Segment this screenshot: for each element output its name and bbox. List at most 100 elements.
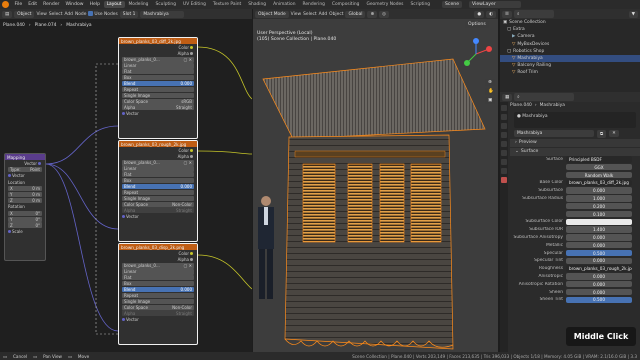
- property-value-field[interactable]: 0.000: [566, 242, 632, 249]
- outliner-row[interactable]: ▽ Balcony Railing: [500, 62, 640, 69]
- outliner-row[interactable]: ▢ Extra: [500, 26, 640, 33]
- mapping-type-dropdown[interactable]: Type: Point: [8, 166, 42, 173]
- gizmo-z-icon[interactable]: [473, 38, 479, 44]
- property-value-field[interactable]: 0.000: [566, 257, 632, 265]
- property-value-field[interactable]: [566, 218, 632, 226]
- image-file-selector[interactable]: brown_planks_0... ▢ ✕: [122, 160, 194, 166]
- property-value-field[interactable]: 0.000: [566, 281, 632, 288]
- projection-dropdown[interactable]: Flat: [122, 172, 194, 178]
- properties-search-input[interactable]: ⌕: [514, 93, 575, 101]
- property-value-field[interactable]: 0.100: [566, 210, 632, 218]
- node-editor[interactable]: ▤ Object View Select Add Node Use Nodes …: [0, 9, 252, 352]
- menu-file[interactable]: File: [12, 2, 25, 7]
- rotation-y-field[interactable]: Y 0°: [8, 216, 42, 222]
- image-texture-node-diff[interactable]: brown_planks_03_diff_2k.jpg Color Alpha …: [118, 37, 198, 139]
- box-option[interactable]: Box: [122, 177, 194, 184]
- tab-uv-editing[interactable]: UV Editing: [180, 1, 209, 8]
- shader-property-row[interactable]: Subsurface IOR 1.400: [510, 226, 640, 234]
- modifier-tab-icon[interactable]: [501, 159, 507, 165]
- property-value-field[interactable]: 1.400: [566, 226, 632, 233]
- outliner-row[interactable]: ▶ Camera: [500, 33, 640, 40]
- material-slot-list[interactable]: ● Mashrabiya: [514, 111, 636, 128]
- scene-selector[interactable]: Scene: [442, 1, 463, 8]
- tab-modeling[interactable]: Modeling: [126, 1, 152, 8]
- projection-dropdown[interactable]: Flat: [122, 275, 194, 281]
- blend-field[interactable]: Blend 0.000: [122, 286, 194, 293]
- subsurface-method-row[interactable]: Random Walk: [510, 171, 640, 179]
- navigation-gizmo[interactable]: [459, 37, 493, 71]
- location-y-field[interactable]: Y0 m: [8, 191, 42, 198]
- source-dropdown[interactable]: Single Image: [122, 298, 194, 305]
- material-datablock-selector[interactable]: Mashrabiya ⧉ ✕: [510, 129, 640, 138]
- blend-field[interactable]: Blend 0.000: [122, 183, 194, 190]
- preview-section-header[interactable]: › Preview: [510, 138, 640, 147]
- interpolation-dropdown[interactable]: Linear: [122, 63, 194, 69]
- property-value-field[interactable]: 0.000: [566, 273, 632, 280]
- surface-section-header[interactable]: ⌄ Surface: [510, 147, 640, 156]
- projection-dropdown[interactable]: Flat: [122, 69, 194, 75]
- gizmo-x-icon[interactable]: [486, 46, 492, 52]
- shader-property-row[interactable]: Specular 0.500: [510, 249, 640, 257]
- property-value-field[interactable]: 0.200: [566, 203, 632, 210]
- extension-dropdown[interactable]: Repeat: [122, 189, 194, 196]
- outliner-search-input[interactable]: ⌕: [513, 10, 554, 18]
- extension-dropdown[interactable]: Repeat: [122, 292, 194, 299]
- snap-icon[interactable]: ⊕: [367, 10, 378, 18]
- pan-hand-icon[interactable]: ✋: [485, 88, 495, 95]
- viewport-mode-dropdown[interactable]: Object Mode: [255, 10, 289, 18]
- image-texture-node-disp[interactable]: brown_planks_03_disp_2k.png Color Alpha …: [118, 243, 198, 345]
- outliner-row[interactable]: ▽ MyBoxDevices: [500, 41, 640, 48]
- interpolation-dropdown[interactable]: Linear: [122, 269, 194, 275]
- menu-view[interactable]: View: [291, 12, 301, 17]
- tab-compositing[interactable]: Compositing: [329, 1, 363, 8]
- shader-property-row[interactable]: Sheen Tint 0.500: [510, 296, 640, 304]
- data-tab-icon[interactable]: [501, 168, 507, 174]
- properties-editor-icon[interactable]: ▦: [502, 93, 513, 101]
- transform-orientation-dropdown[interactable]: Global: [345, 10, 366, 18]
- world-tab-icon[interactable]: [501, 141, 507, 147]
- properties-panel[interactable]: ▦ ⌕ Plane.040 › Mashrabiya ● Mashrabiya M…: [500, 92, 640, 352]
- menu-help[interactable]: Help: [87, 2, 102, 7]
- tab-texture-paint[interactable]: Texture Paint: [210, 1, 244, 8]
- outliner-row[interactable]: ▣ Scene Collection: [500, 19, 640, 26]
- camera-view-icon[interactable]: ▣: [485, 97, 495, 104]
- tool-tab-icon[interactable]: [501, 105, 507, 111]
- menu-edit[interactable]: Edit: [26, 2, 40, 7]
- menu-select[interactable]: Select: [303, 12, 317, 17]
- view-layer-selector[interactable]: ViewLayer: [469, 1, 522, 8]
- source-dropdown[interactable]: Single Image: [122, 92, 194, 99]
- tab-scripting[interactable]: Scripting: [407, 1, 433, 8]
- shader-property-row[interactable]: Sheen 0.000: [510, 288, 640, 296]
- tab-shading[interactable]: Shading: [245, 1, 269, 8]
- shading-solid-icon[interactable]: ●: [474, 10, 485, 18]
- blend-field[interactable]: Blend 0.000: [122, 80, 194, 87]
- zoom-icon[interactable]: ⊕: [485, 79, 495, 86]
- shader-property-row[interactable]: Roughness brown_planks_03_rough_2k.jpg: [510, 265, 640, 273]
- location-z-field[interactable]: Z0 m: [8, 197, 42, 204]
- object-tab-icon[interactable]: [501, 150, 507, 156]
- location-x-field[interactable]: X0 m: [8, 186, 42, 192]
- shader-property-row[interactable]: Anisotropic 0.000: [510, 273, 640, 281]
- blender-logo-icon[interactable]: [2, 1, 9, 8]
- mapping-node[interactable]: Mapping Vector Type: Point Vector Locatio…: [4, 153, 46, 261]
- tab-layout[interactable]: Layout: [103, 1, 125, 8]
- shader-property-row[interactable]: Base Color brown_planks_03_diff_2k.jpg: [510, 179, 640, 187]
- property-value-field[interactable]: 0.000: [566, 288, 632, 296]
- tab-geometry-nodes[interactable]: Geometry Nodes: [363, 1, 406, 8]
- image-file-selector[interactable]: brown_planks_0... ▢ ✕: [122, 263, 194, 269]
- property-value-field[interactable]: brown_planks_03_diff_2k.jpg: [566, 179, 632, 187]
- image-texture-node-rough[interactable]: brown_planks_03_rough_2k.jpg Color Alpha…: [118, 140, 198, 242]
- distribution-row[interactable]: GGX: [510, 163, 640, 171]
- property-value-field[interactable]: 0.500: [566, 249, 632, 257]
- tab-sculpting[interactable]: Sculpting: [152, 1, 179, 8]
- property-value-field[interactable]: 0.000: [566, 234, 632, 241]
- tab-rendering[interactable]: Rendering: [299, 1, 327, 8]
- menu-add[interactable]: Add: [319, 12, 328, 17]
- property-value-field[interactable]: 1.000: [566, 195, 632, 202]
- surface-shader-row[interactable]: Surface Principled BSDF: [510, 156, 640, 164]
- outliner-row[interactable]: ▽ Roof Trim: [500, 69, 640, 76]
- material-tab-icon[interactable]: [501, 177, 507, 183]
- property-value-field[interactable]: brown_planks_03_rough_2k.jpg: [566, 265, 632, 272]
- color-space-dropdown[interactable]: Color Space Non-Color: [122, 304, 194, 310]
- outliner-panel[interactable]: ☰ ⌕ ▼ ▣ Scene Collection ▢ Extra ▶ Camera ▽…: [500, 9, 640, 101]
